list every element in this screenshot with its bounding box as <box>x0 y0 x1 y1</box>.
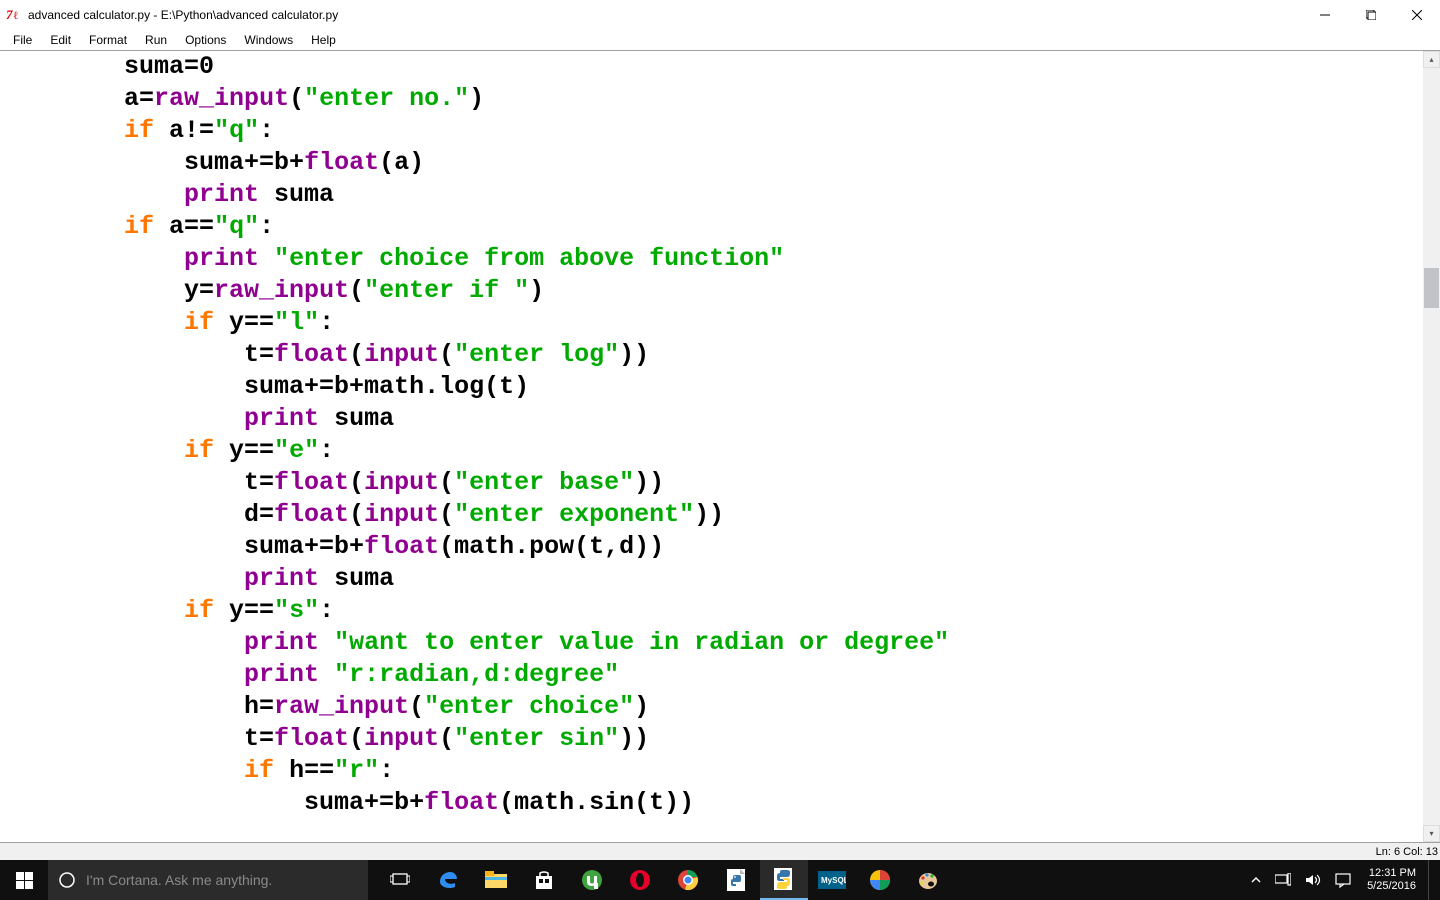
code-line: suma+=b+float(math.sin(t)) <box>4 787 1423 819</box>
code-editor[interactable]: suma=0 a=raw_input("enter no.") if a!="q… <box>0 51 1423 842</box>
code-line: suma+=b+float(math.pow(t,d)) <box>4 531 1423 563</box>
maximize-button[interactable] <box>1348 0 1394 30</box>
taskbar-apps: MySQL <box>376 860 952 900</box>
show-desktop-button[interactable] <box>1428 860 1434 900</box>
code-line: if y=="l": <box>4 307 1423 339</box>
code-line: t=float(input("enter log")) <box>4 339 1423 371</box>
tray-network-icon[interactable] <box>1271 860 1295 900</box>
window-controls <box>1302 0 1440 30</box>
code-line: suma=0 <box>4 51 1423 83</box>
code-line: print suma <box>4 179 1423 211</box>
task-view-button[interactable] <box>376 860 424 900</box>
code-line: h=raw_input("enter choice") <box>4 691 1423 723</box>
start-button[interactable] <box>0 860 48 900</box>
menu-format[interactable]: Format <box>80 31 136 49</box>
code-line: print suma <box>4 403 1423 435</box>
menu-file[interactable]: File <box>4 31 41 49</box>
code-line: print "enter choice from above function" <box>4 243 1423 275</box>
photos-icon[interactable] <box>856 860 904 900</box>
tray-chevron-icon[interactable] <box>1247 860 1265 900</box>
taskbar-clock[interactable]: 12:31 PM 5/25/2016 <box>1361 867 1422 893</box>
code-line: t=float(input("enter sin")) <box>4 723 1423 755</box>
svg-text:MySQL: MySQL <box>821 876 846 885</box>
svg-text:7: 7 <box>6 7 13 22</box>
code-line: d=float(input("enter exponent")) <box>4 499 1423 531</box>
cortana-placeholder: I'm Cortana. Ask me anything. <box>86 872 272 888</box>
code-line: if y=="e": <box>4 435 1423 467</box>
opera-icon[interactable] <box>616 860 664 900</box>
code-line: print suma <box>4 563 1423 595</box>
code-line: y=raw_input("enter if ") <box>4 275 1423 307</box>
vertical-scrollbar[interactable]: ▴ ▾ <box>1423 51 1440 842</box>
file-explorer-icon[interactable] <box>472 860 520 900</box>
svg-text:ℓ: ℓ <box>13 10 18 22</box>
tray-volume-icon[interactable] <box>1301 860 1325 900</box>
scroll-down-button[interactable]: ▾ <box>1423 825 1440 842</box>
code-line: suma+=b+math.log(t) <box>4 371 1423 403</box>
code-line: t=float(input("enter base")) <box>4 467 1423 499</box>
clock-date: 5/25/2016 <box>1367 880 1416 893</box>
menu-windows[interactable]: Windows <box>235 31 302 49</box>
scroll-track[interactable] <box>1423 68 1440 825</box>
scroll-up-button[interactable]: ▴ <box>1423 51 1440 68</box>
menu-options[interactable]: Options <box>176 31 235 49</box>
status-bar: Ln: 6 Col: 13 <box>0 842 1440 860</box>
taskbar: I'm Cortana. Ask me anything. <box>0 860 1440 900</box>
idle-app-icon: 7ℓ <box>6 7 22 23</box>
window-title: advanced calculator.py - E:\Python\advan… <box>28 8 1302 22</box>
code-line: print "want to enter value in radian or … <box>4 627 1423 659</box>
code-line: print "r:radian,d:degree" <box>4 659 1423 691</box>
utorrent-icon[interactable] <box>568 860 616 900</box>
menu-bar: File Edit Format Run Options Windows Hel… <box>0 30 1440 50</box>
code-line: if y=="s": <box>4 595 1423 627</box>
cortana-icon <box>58 871 76 889</box>
menu-help[interactable]: Help <box>302 31 345 49</box>
code-line: if a=="q": <box>4 211 1423 243</box>
idle-taskbar-icon[interactable] <box>760 860 808 900</box>
menu-run[interactable]: Run <box>136 31 176 49</box>
code-line: suma+=b+float(a) <box>4 147 1423 179</box>
scroll-thumb[interactable] <box>1424 268 1439 308</box>
mysql-icon[interactable]: MySQL <box>808 860 856 900</box>
cursor-position: Ln: 6 Col: 13 <box>1376 846 1438 858</box>
title-bar: 7ℓ advanced calculator.py - E:\Python\ad… <box>0 0 1440 30</box>
close-button[interactable] <box>1394 0 1440 30</box>
edge-icon[interactable] <box>424 860 472 900</box>
python-file-icon[interactable] <box>712 860 760 900</box>
chrome-icon[interactable] <box>664 860 712 900</box>
code-line: a=raw_input("enter no.") <box>4 83 1423 115</box>
paint-icon[interactable] <box>904 860 952 900</box>
menu-edit[interactable]: Edit <box>41 31 80 49</box>
editor-area: suma=0 a=raw_input("enter no.") if a!="q… <box>0 50 1440 842</box>
system-tray: 12:31 PM 5/25/2016 <box>1241 860 1440 900</box>
clock-time: 12:31 PM <box>1369 867 1416 880</box>
cortana-search[interactable]: I'm Cortana. Ask me anything. <box>48 860 368 900</box>
tray-action-center-icon[interactable] <box>1331 860 1355 900</box>
store-icon[interactable] <box>520 860 568 900</box>
minimize-button[interactable] <box>1302 0 1348 30</box>
code-line: if a!="q": <box>4 115 1423 147</box>
code-line: if h=="r": <box>4 755 1423 787</box>
